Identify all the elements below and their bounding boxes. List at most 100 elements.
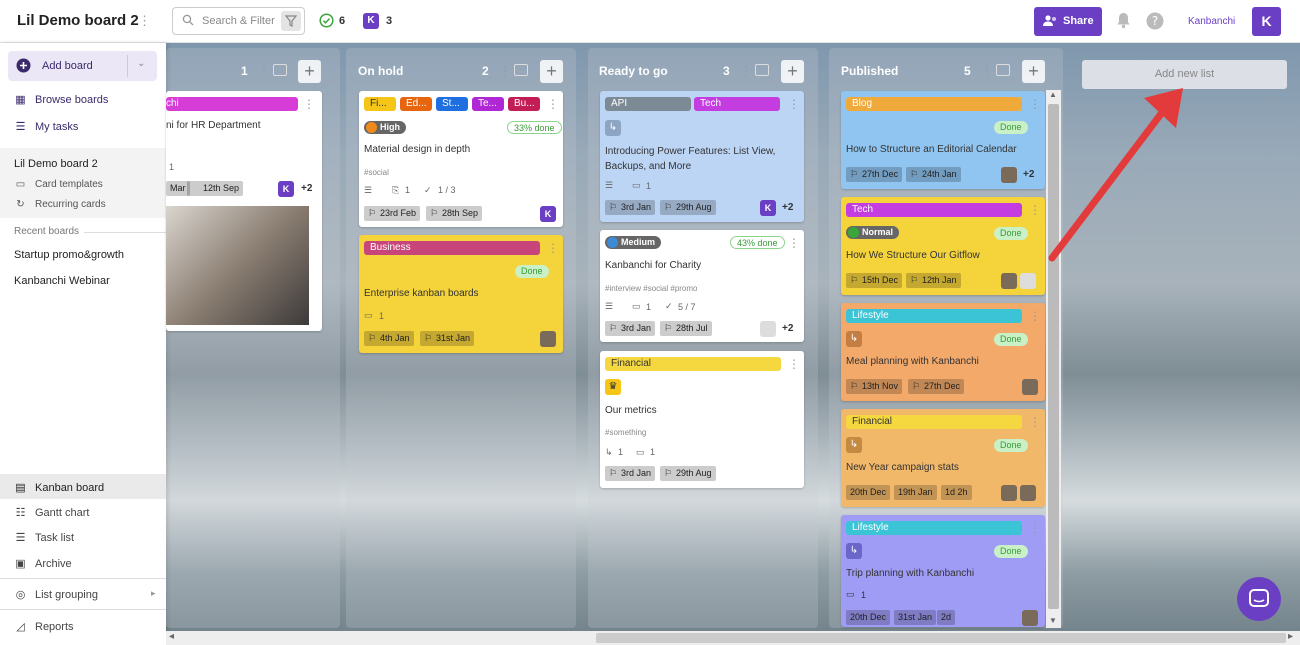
account-name[interactable]: Kanbanchi — [1188, 16, 1235, 27]
card-menu-icon[interactable]: ⋮ — [547, 97, 559, 111]
view-task-list[interactable]: ☰ Task list — [14, 531, 75, 544]
board-menu-icon[interactable]: ⋮ — [138, 13, 151, 29]
list-column: On hold 2 ⋮ + Fi... Ed... St... Te... Bu… — [346, 48, 576, 628]
avatar — [1022, 610, 1038, 626]
boards-icon: ▦ — [15, 94, 26, 106]
card-menu-icon[interactable]: ⋮ — [1029, 415, 1041, 429]
tag-label: Financial — [605, 357, 781, 371]
card[interactable]: chi ⋮ ni for HR Department 1 Mar 12th Se… — [166, 91, 322, 331]
due-date: ⚐ 24th Jan — [906, 167, 961, 182]
start-date: ⚐ 3rd Jan — [605, 321, 656, 336]
card[interactable]: Financial ⋮ ↳ Done New Year campaign sta… — [841, 409, 1045, 507]
due-icon: ⚐ — [424, 333, 433, 343]
add-card-button[interactable]: + — [781, 60, 804, 83]
start-date-text: 27th Dec — [862, 169, 899, 179]
due-date-text: 24th Jan — [922, 169, 957, 179]
help-icon[interactable]: ? — [1146, 12, 1164, 33]
sidebar-item-card-templates[interactable]: ▭ Card templates — [14, 179, 103, 190]
member-chip[interactable]: K — [363, 13, 379, 29]
list-title[interactable]: Published — [841, 64, 898, 78]
comment-count: 1 — [646, 302, 652, 312]
scroll-right-icon[interactable]: ▸ — [1288, 631, 1293, 642]
card-menu-icon[interactable]: ⋮ — [1029, 309, 1041, 323]
progress-badge: 43% done — [730, 236, 785, 249]
list-menu-icon[interactable]: ⋮ — [258, 64, 270, 78]
avatar — [1001, 485, 1017, 501]
filter-icon[interactable] — [281, 11, 301, 31]
chevron-down-icon[interactable]: ⌄ — [137, 58, 145, 69]
members-count: 3 — [386, 15, 393, 27]
search-input[interactable]: Search & Filter — [172, 7, 305, 35]
view-archive[interactable]: ▣ Archive — [14, 557, 71, 570]
scroll-left-icon[interactable]: ◂ — [169, 631, 174, 642]
card-menu-icon[interactable]: ⋮ — [788, 236, 800, 250]
list-grouping-menu[interactable]: ◎ List grouping — [14, 588, 98, 601]
list-view-icon[interactable] — [273, 64, 287, 76]
view-gantt-chart[interactable]: ☷ Gantt chart — [14, 506, 90, 519]
card[interactable]: Blog ⋮ Done How to Structure an Editoria… — [841, 91, 1045, 189]
chat-button[interactable] — [1237, 577, 1281, 621]
share-button[interactable]: Share — [1034, 7, 1102, 36]
card[interactable]: Fi... Ed... St... Te... Bu... ⋮ High 33%… — [359, 91, 563, 227]
card-templates-label: Card templates — [35, 179, 103, 190]
board-scrollbar[interactable]: ◂ ▸ — [166, 631, 1300, 645]
list-view-icon[interactable] — [514, 64, 528, 76]
current-board[interactable]: Lil Demo board 2 — [14, 158, 98, 170]
sidebar-item-recurring-cards[interactable]: ↻ Recurring cards — [14, 199, 105, 210]
add-board-button[interactable]: Add board ⌄ — [8, 51, 157, 81]
start-date-text: 4th Jan — [380, 333, 410, 343]
card[interactable]: API Tech ⋮ ↳ Introducing Power Features:… — [600, 91, 804, 222]
list-menu-icon[interactable]: ⋮ — [981, 64, 993, 78]
list-title[interactable]: On hold — [358, 64, 403, 78]
attachment-count: 1 — [405, 185, 411, 195]
bell-icon[interactable] — [1116, 12, 1131, 32]
reports-menu[interactable]: ◿ Reports — [14, 620, 73, 633]
card[interactable]: Lifestyle ⋮ ↳ Done Trip planning with Ka… — [841, 515, 1045, 627]
card-menu-icon[interactable]: ⋮ — [303, 97, 315, 111]
start-icon: ⚐ — [609, 202, 618, 212]
tag-label: Tech — [846, 203, 1022, 217]
sidebar-item-my-tasks[interactable]: ☰ My tasks — [14, 120, 79, 133]
list-menu-icon[interactable]: ⋮ — [499, 64, 511, 78]
card[interactable]: Financial ⋮ ♛ Our metrics #something ↳ 1… — [600, 351, 804, 488]
due-date-text: 27th Dec — [924, 381, 961, 391]
list-view-icon[interactable] — [755, 64, 769, 76]
card[interactable]: Medium 43% done ⋮ Kanbanchi for Charity … — [600, 230, 804, 342]
divider — [0, 578, 166, 579]
list-title[interactable]: Ready to go — [599, 64, 668, 78]
board-title[interactable]: Lil Demo board 2 — [17, 12, 139, 29]
scrollbar-thumb[interactable] — [596, 633, 1286, 643]
card[interactable]: Lifestyle ⋮ ↳ Done Meal planning with Ka… — [841, 303, 1045, 401]
chevron-right-icon[interactable]: ▸ — [151, 588, 156, 599]
view-label: Task list — [35, 532, 75, 544]
status-badge: Done — [994, 545, 1028, 558]
list-menu-icon[interactable]: ⋮ — [740, 64, 752, 78]
priority-label: High — [380, 122, 400, 132]
card-menu-icon[interactable]: ⋮ — [547, 241, 559, 255]
add-board-label: Add board — [42, 60, 93, 72]
card[interactable]: Tech ⋮ Normal Done How We Structure Our … — [841, 197, 1045, 295]
card-menu-icon[interactable]: ⋮ — [1029, 521, 1041, 535]
due-date: ⚐ 29th Aug — [660, 466, 716, 481]
card-title: How We Structure Our Gitflow — [846, 250, 980, 261]
card-menu-icon[interactable]: ⋮ — [788, 357, 800, 371]
add-card-button[interactable]: + — [298, 60, 321, 83]
recent-board-item[interactable]: Kanbanchi Webinar — [14, 275, 110, 287]
start-date: ⚐ 3rd Jan — [605, 200, 656, 215]
tasks-done-icon[interactable] — [319, 13, 334, 31]
repeat-icon: ↻ — [16, 199, 25, 210]
scroll-down-icon[interactable]: ▼ — [1049, 616, 1057, 625]
due-date: 19th Jan — [894, 485, 937, 500]
avatar: K — [760, 200, 776, 216]
list-view-icon[interactable] — [996, 64, 1010, 76]
view-kanban-board[interactable]: ▤ Kanban board — [14, 481, 104, 494]
card[interactable]: Business ⋮ Done Enterprise kanban boards… — [359, 235, 563, 353]
comment-icon: ▭ — [632, 180, 641, 190]
sidebar-item-browse-boards[interactable]: ▦ Browse boards — [14, 93, 108, 106]
add-card-button[interactable]: + — [540, 60, 563, 83]
subcard-icon: ↳ — [605, 447, 613, 457]
due-date: ⚐ 12th Jan — [906, 273, 961, 288]
card-menu-icon[interactable]: ⋮ — [788, 97, 800, 111]
recent-board-item[interactable]: Startup promo&growth — [14, 249, 124, 261]
user-avatar[interactable]: K — [1252, 7, 1281, 36]
